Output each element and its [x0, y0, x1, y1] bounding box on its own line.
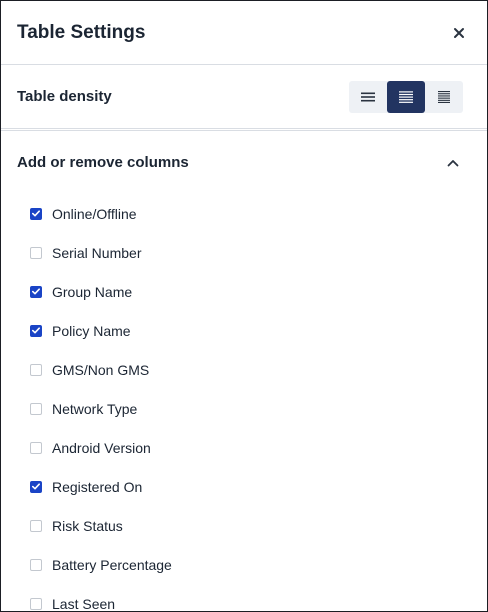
density-compact-icon	[361, 92, 375, 101]
density-toggle-group	[349, 80, 463, 113]
column-option-label: Online/Offline	[52, 205, 137, 222]
close-icon	[454, 27, 464, 38]
column-option-label: Risk Status	[52, 517, 123, 534]
column-option[interactable]: Group Name	[1, 272, 487, 311]
panel-title: Table Settings	[17, 21, 146, 43]
column-checkbox[interactable]	[30, 207, 42, 220]
column-option-label: Registered On	[52, 478, 143, 495]
column-checkbox[interactable]	[30, 558, 42, 571]
column-option[interactable]: Policy Name	[1, 311, 487, 350]
column-checkbox[interactable]	[30, 402, 42, 415]
checkmark-icon	[32, 288, 40, 295]
column-option[interactable]: Online/Offline	[1, 194, 487, 233]
columns-section-title: Add or remove columns	[17, 154, 189, 171]
chevron-up-icon	[447, 159, 459, 166]
density-comfortable-icon	[438, 90, 450, 103]
column-option[interactable]: Network Type	[1, 389, 487, 428]
column-checkbox[interactable]	[30, 480, 42, 493]
density-compact-button[interactable]	[349, 81, 387, 113]
column-option-label: Android Version	[52, 439, 151, 456]
column-option-label: Policy Name	[52, 322, 131, 339]
column-checkbox[interactable]	[30, 519, 42, 532]
checkmark-icon	[32, 327, 40, 334]
column-checkbox[interactable]	[30, 246, 42, 259]
column-option[interactable]: Registered On	[1, 467, 487, 506]
column-option[interactable]: Last Seen	[1, 584, 487, 612]
column-option[interactable]: Risk Status	[1, 506, 487, 545]
column-option[interactable]: Serial Number	[1, 233, 487, 272]
column-option-label: Serial Number	[52, 244, 142, 261]
density-row: Table density	[1, 65, 487, 129]
density-label: Table density	[17, 88, 112, 105]
column-checkbox[interactable]	[30, 285, 42, 298]
table-settings-panel: Table Settings Table density Add or remo…	[0, 0, 488, 612]
panel-header: Table Settings	[1, 1, 487, 65]
density-default-button[interactable]	[387, 80, 425, 113]
column-checkbox[interactable]	[30, 441, 42, 454]
column-option-label: GMS/Non GMS	[52, 361, 150, 378]
column-option[interactable]: GMS/Non GMS	[1, 350, 487, 389]
close-button[interactable]	[447, 21, 471, 45]
column-option[interactable]: Android Version	[1, 428, 487, 467]
column-option-label: Last Seen	[52, 595, 116, 612]
density-default-icon	[399, 90, 413, 103]
density-comfortable-button[interactable]	[425, 81, 463, 113]
column-option-label: Battery Percentage	[52, 556, 172, 573]
column-list: Online/Offline Serial Number Group Name Pol…	[1, 194, 487, 612]
column-option-label: Network Type	[52, 400, 138, 417]
column-checkbox[interactable]	[30, 363, 42, 376]
checkmark-icon	[32, 210, 40, 217]
column-checkbox[interactable]	[30, 324, 42, 337]
column-option[interactable]: Battery Percentage	[1, 545, 487, 584]
columns-section-header[interactable]: Add or remove columns	[1, 130, 487, 194]
column-option-label: Group Name	[52, 283, 133, 300]
checkmark-icon	[32, 483, 40, 490]
collapse-toggle[interactable]	[443, 153, 463, 173]
column-checkbox[interactable]	[30, 597, 42, 610]
